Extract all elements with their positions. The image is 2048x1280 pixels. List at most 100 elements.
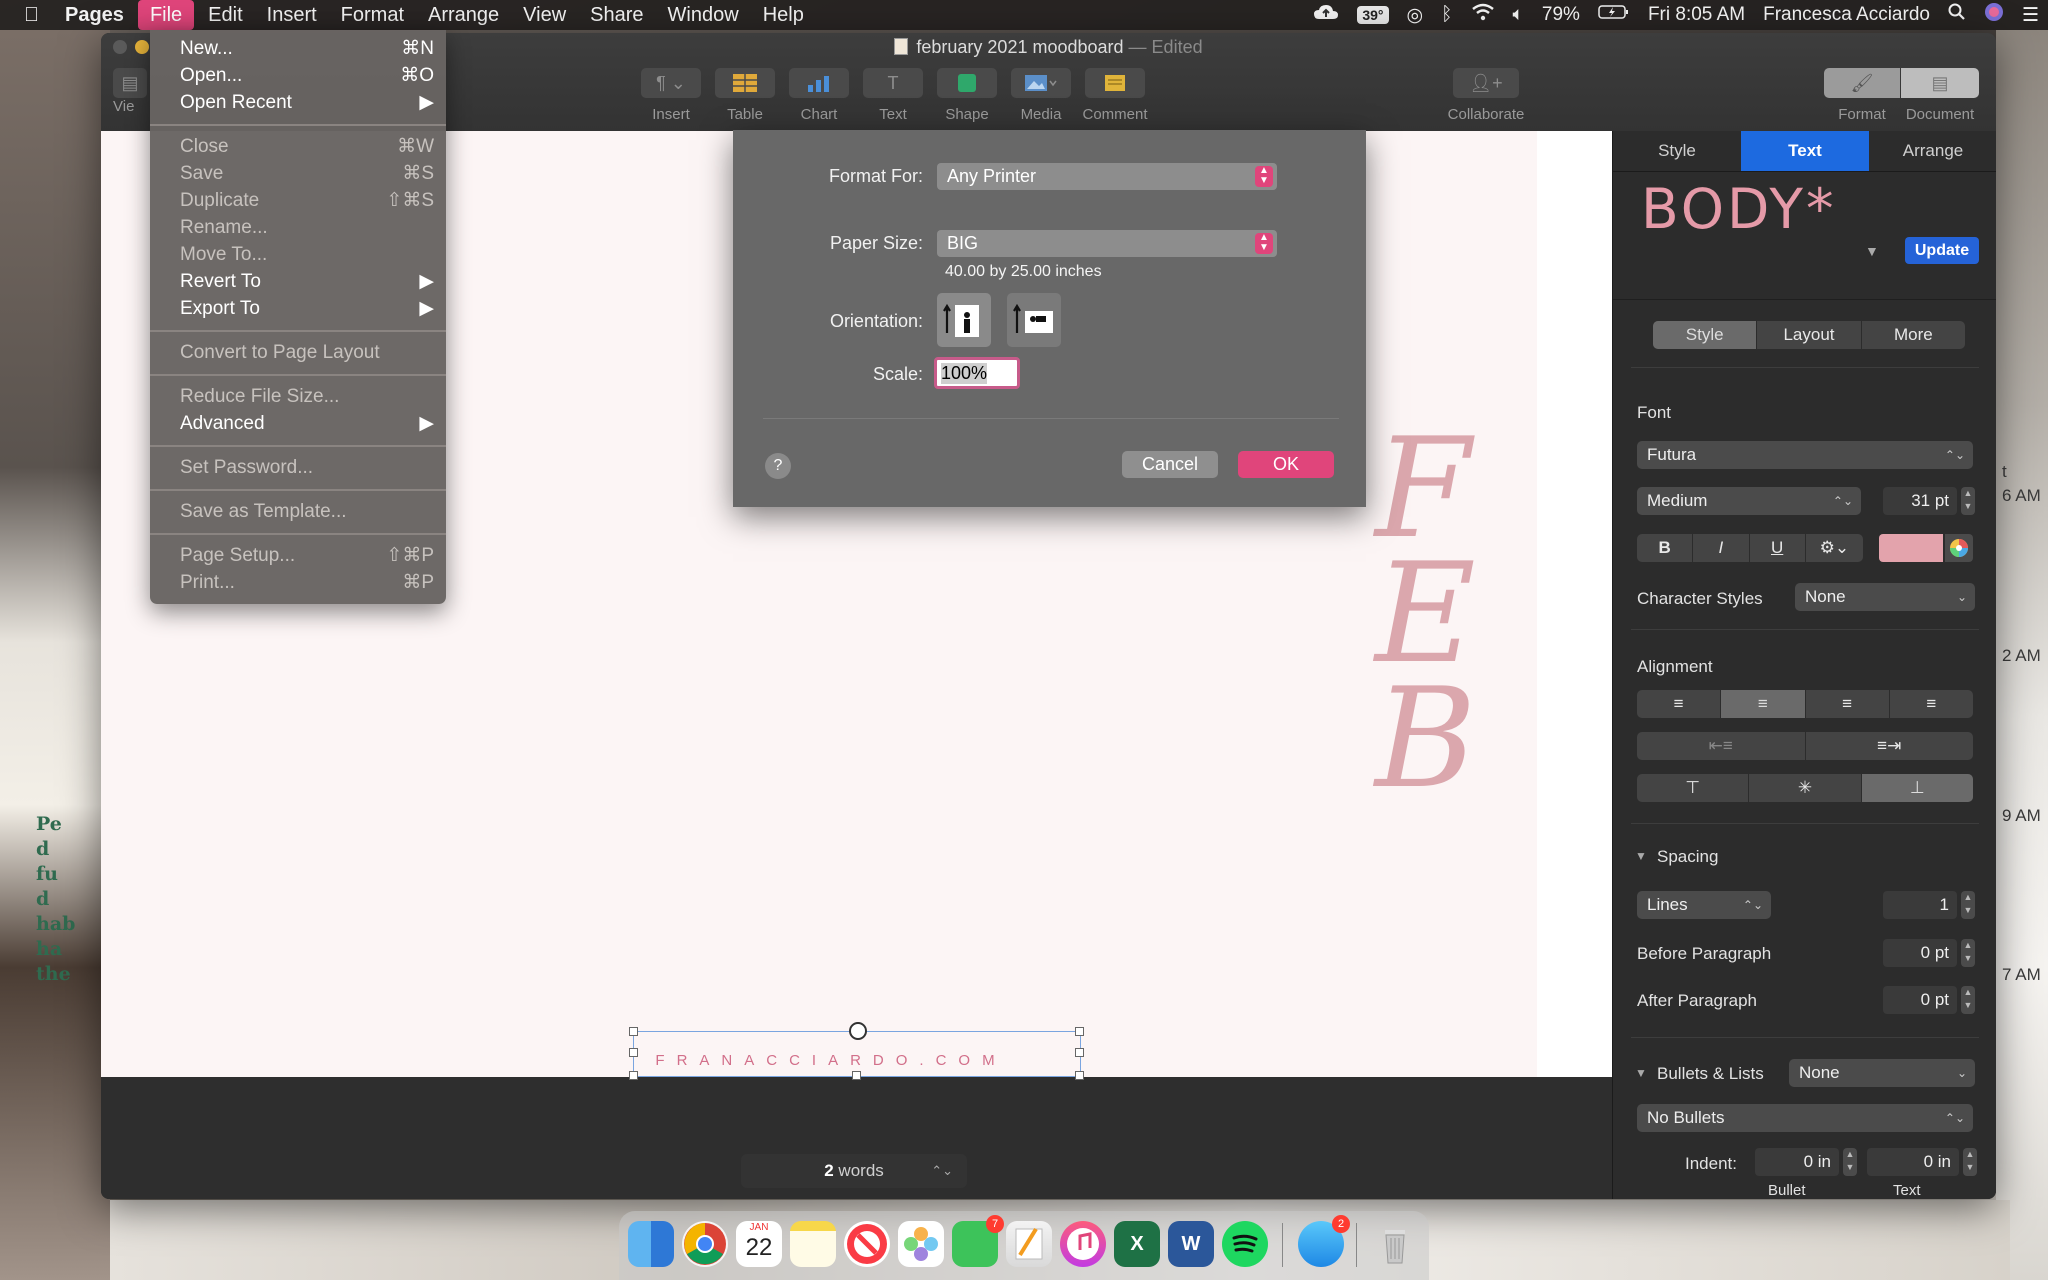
siri-icon[interactable] <box>1975 2 2013 28</box>
format-button[interactable]: 🖌︎ Format <box>1824 68 1900 123</box>
shape-button[interactable]: Shape <box>927 68 1007 123</box>
align-left-icon[interactable]: ≡ <box>1637 690 1722 718</box>
music-icon[interactable] <box>1060 1221 1106 1267</box>
menu-item-move-to[interactable]: Move To... <box>150 241 446 268</box>
battery-percent[interactable]: 79% <box>1533 4 1589 26</box>
menu-item-save[interactable]: Save ⌘S <box>150 160 446 187</box>
resize-handle[interactable] <box>1075 1071 1084 1080</box>
resize-handle[interactable] <box>1075 1027 1084 1036</box>
menu-item-convert-to-page-layout[interactable]: Convert to Page Layout <box>150 339 446 366</box>
notes-icon[interactable] <box>790 1221 836 1267</box>
text-button[interactable]: T Text <box>853 68 933 123</box>
calendar-icon[interactable]: JAN 22 <box>736 1221 782 1267</box>
before-paragraph-stepper[interactable]: ▲ ▼ <box>1961 939 1975 967</box>
menu-item-page-setup[interactable]: Page Setup... ⇧⌘P <box>150 542 446 569</box>
bullet-style-popup[interactable]: No Bullets ⌃⌄ <box>1637 1104 1973 1132</box>
portrait-orientation-button[interactable] <box>937 293 991 347</box>
update-style-button[interactable]: Update <box>1905 237 1979 264</box>
style-dropdown-icon[interactable]: ▼ <box>1865 243 1879 259</box>
menu-item-advanced[interactable]: Advanced ▶ <box>150 410 446 437</box>
menu-item-print[interactable]: Print... ⌘P <box>150 569 446 596</box>
spacing-mode-popup[interactable]: Lines ⌃⌄ <box>1637 891 1771 919</box>
chrome-icon[interactable] <box>682 1221 728 1267</box>
paper-size-popup[interactable]: BIG ▲ ▼ <box>937 230 1277 257</box>
character-styles-popup[interactable]: None ⌄ <box>1795 583 1975 611</box>
before-paragraph-field[interactable]: 0 pt <box>1883 939 1957 967</box>
line-spacing-field[interactable]: 1 <box>1883 891 1957 919</box>
menu-item-open-recent[interactable]: Open Recent ▶ <box>150 89 446 116</box>
bullets-lists-popup[interactable]: None ⌄ <box>1789 1059 1975 1087</box>
tab-style[interactable]: Style <box>1613 131 1741 171</box>
menu-item-reduce-file-size[interactable]: Reduce File Size... <box>150 383 446 410</box>
word-count-button[interactable]: 2 words ⌃⌄ <box>741 1154 967 1188</box>
font-size-field[interactable]: 31 pt <box>1883 487 1957 515</box>
bold-button[interactable]: B <box>1637 534 1694 562</box>
line-spacing-stepper[interactable]: ▲ ▼ <box>1961 891 1975 919</box>
user-name[interactable]: Francesca Acciardo <box>1754 4 1939 26</box>
format-for-popup[interactable]: Any Printer ▲ ▼ <box>937 163 1277 190</box>
align-center-icon[interactable]: ≡ <box>1721 690 1806 718</box>
menu-insert[interactable]: Insert <box>255 0 329 30</box>
document-button[interactable]: ▤ Document <box>1900 68 1980 123</box>
cancel-button[interactable]: Cancel <box>1122 451 1218 478</box>
menu-item-new[interactable]: New... ⌘N <box>150 35 446 62</box>
menu-help[interactable]: Help <box>751 0 816 30</box>
footer-website-text[interactable]: FRANACCIARDO.COM <box>582 1052 1080 1069</box>
finder-icon[interactable] <box>628 1221 674 1267</box>
feb-letter-b[interactable]: B <box>1375 670 1476 808</box>
menu-view[interactable]: View <box>511 0 578 30</box>
wifi-icon[interactable] <box>1462 3 1504 27</box>
disclosure-triangle-icon[interactable]: ▼ <box>1635 849 1647 863</box>
notification-center-icon[interactable]: ☰ <box>2013 4 2048 27</box>
collaborate-button[interactable]: 👤︎+ Collaborate <box>1436 68 1536 123</box>
subtab-more[interactable]: More <box>1862 321 1965 349</box>
spotify-icon[interactable] <box>1222 1221 1268 1267</box>
menu-item-close[interactable]: Close ⌘W <box>150 133 446 160</box>
creative-cloud-icon[interactable]: ◎ <box>1398 4 1433 27</box>
menu-item-save-as-template[interactable]: Save as Template... <box>150 498 446 525</box>
align-top-icon[interactable]: ⊤ <box>1637 774 1750 802</box>
menu-file[interactable]: File <box>137 0 195 30</box>
landscape-orientation-button[interactable] <box>1007 293 1061 347</box>
clock[interactable]: Fri 8:05 AM <box>1639 4 1754 26</box>
volume-icon[interactable]: 🔈︎ <box>1504 4 1533 26</box>
subtab-layout[interactable]: Layout <box>1757 321 1862 349</box>
align-right-icon[interactable]: ≡ <box>1806 690 1890 718</box>
align-middle-icon[interactable]: ✳ <box>1749 774 1862 802</box>
text-options-gear-icon[interactable]: ⚙⌄ <box>1806 534 1863 562</box>
pages-icon[interactable] <box>1006 1221 1052 1267</box>
menu-format[interactable]: Format <box>329 0 416 30</box>
photos-icon[interactable] <box>898 1221 944 1267</box>
tab-arrange[interactable]: Arrange <box>1869 131 1996 171</box>
text-indent-field[interactable]: 0 in <box>1867 1148 1959 1176</box>
disclosure-triangle-icon[interactable]: ▼ <box>1635 1066 1647 1080</box>
bullet-indent-field[interactable]: 0 in <box>1755 1148 1839 1176</box>
resize-handle[interactable] <box>1075 1048 1084 1057</box>
resize-handle[interactable] <box>629 1027 638 1036</box>
menu-edit[interactable]: Edit <box>196 0 254 30</box>
font-typeface-popup[interactable]: Medium ⌃⌄ <box>1637 487 1861 515</box>
trash-icon[interactable] <box>1372 1221 1418 1267</box>
messages-icon[interactable]: 2 <box>1298 1215 1350 1267</box>
rotate-handle[interactable] <box>849 1022 867 1040</box>
italic-button[interactable]: I <box>1693 534 1750 562</box>
battery-icon[interactable] <box>1589 4 1639 26</box>
font-family-popup[interactable]: Futura ⌃⌄ <box>1637 441 1973 469</box>
text-color-well[interactable] <box>1879 534 1943 562</box>
help-button[interactable]: ? <box>765 453 791 479</box>
excel-icon[interactable]: X <box>1114 1221 1160 1267</box>
menu-item-revert-to[interactable]: Revert To ▶ <box>150 268 446 295</box>
resize-handle[interactable] <box>629 1071 638 1080</box>
scale-field[interactable]: 100% <box>934 357 1020 389</box>
spotlight-search-icon[interactable] <box>1939 3 1975 27</box>
insert-button[interactable]: ¶ ⌄ Insert <box>631 68 711 123</box>
resize-handle[interactable] <box>852 1071 861 1080</box>
comment-button[interactable]: Comment <box>1075 68 1155 123</box>
text-indent-stepper[interactable]: ▲ ▼ <box>1963 1148 1977 1176</box>
bluetooth-icon[interactable]: ᛒ <box>1432 4 1461 26</box>
news-icon[interactable] <box>844 1221 890 1267</box>
ok-button[interactable]: OK <box>1238 451 1334 478</box>
after-paragraph-field[interactable]: 0 pt <box>1883 986 1957 1014</box>
subtab-style[interactable]: Style <box>1653 321 1758 349</box>
resize-handle[interactable] <box>629 1048 638 1057</box>
